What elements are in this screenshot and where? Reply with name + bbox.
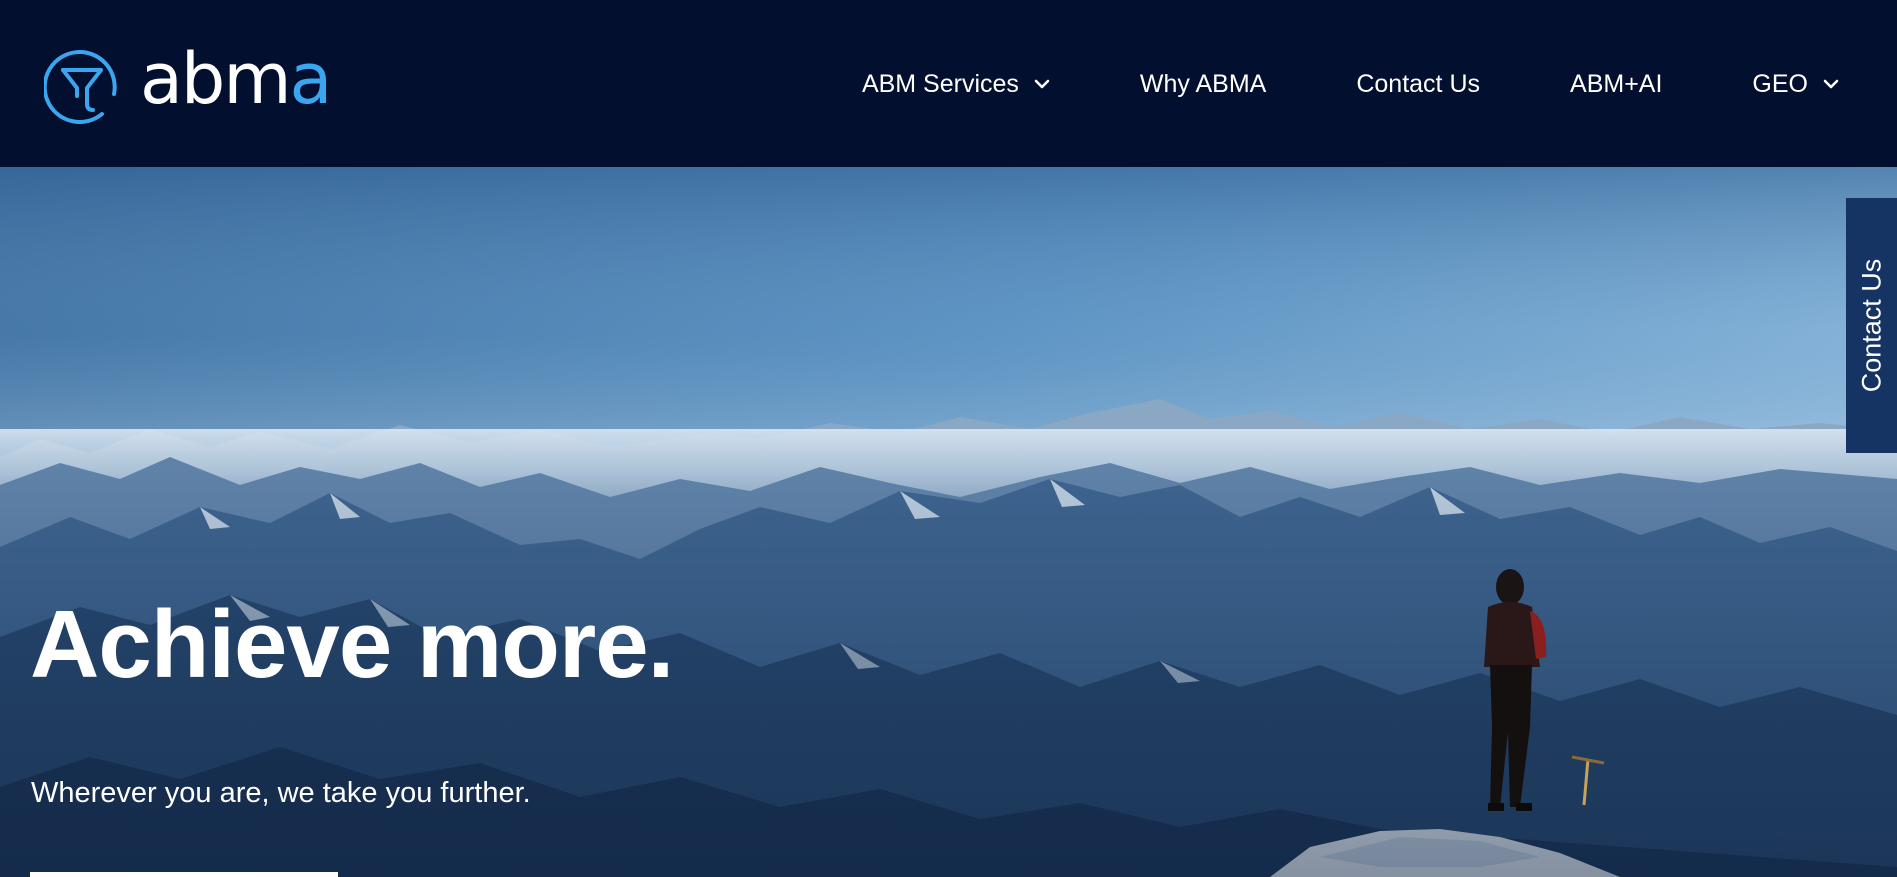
nav-item-label: ABM+AI bbox=[1570, 69, 1663, 98]
nav-item-abm-ai[interactable]: ABM+AI bbox=[1570, 70, 1662, 99]
logo-wordmark: abma bbox=[140, 44, 332, 114]
hero-section: Achieve more. Wherever you are, we take … bbox=[0, 167, 1897, 877]
logo-wordmark-main: abm bbox=[140, 38, 292, 120]
chevron-down-icon bbox=[1823, 79, 1839, 89]
chevron-down-icon bbox=[1034, 79, 1050, 89]
site-header: abma ABM Services Why ABMA Contact Us AB… bbox=[0, 0, 1897, 167]
nav-item-label: Contact Us bbox=[1356, 69, 1481, 98]
main-nav: ABM Services Why ABMA Contact Us ABM+AI … bbox=[862, 62, 1839, 106]
hero-background-image bbox=[0, 167, 1897, 877]
nav-item-label: ABM Services bbox=[861, 69, 1019, 98]
hero-cta-button[interactable] bbox=[30, 872, 338, 877]
abma-logo[interactable]: abma bbox=[44, 44, 332, 124]
funnel-circle-icon bbox=[44, 50, 117, 124]
nav-item-contact-us[interactable]: Contact Us bbox=[1356, 70, 1480, 99]
contact-us-side-tab[interactable]: Contact Us bbox=[1846, 198, 1897, 453]
nav-item-geo[interactable]: GEO bbox=[1752, 70, 1839, 99]
nav-item-why-abma[interactable]: Why ABMA bbox=[1140, 70, 1266, 99]
side-tab-label: Contact Us bbox=[1856, 258, 1886, 393]
hero-headline: Achieve more. bbox=[30, 591, 674, 698]
logo-wordmark-accent: a bbox=[289, 38, 333, 120]
nav-item-label: GEO bbox=[1752, 69, 1808, 98]
nav-item-label: Why ABMA bbox=[1139, 69, 1267, 98]
hero-subtext: Wherever you are, we take you further. bbox=[31, 777, 531, 809]
nav-item-abm-services[interactable]: ABM Services bbox=[862, 70, 1050, 99]
